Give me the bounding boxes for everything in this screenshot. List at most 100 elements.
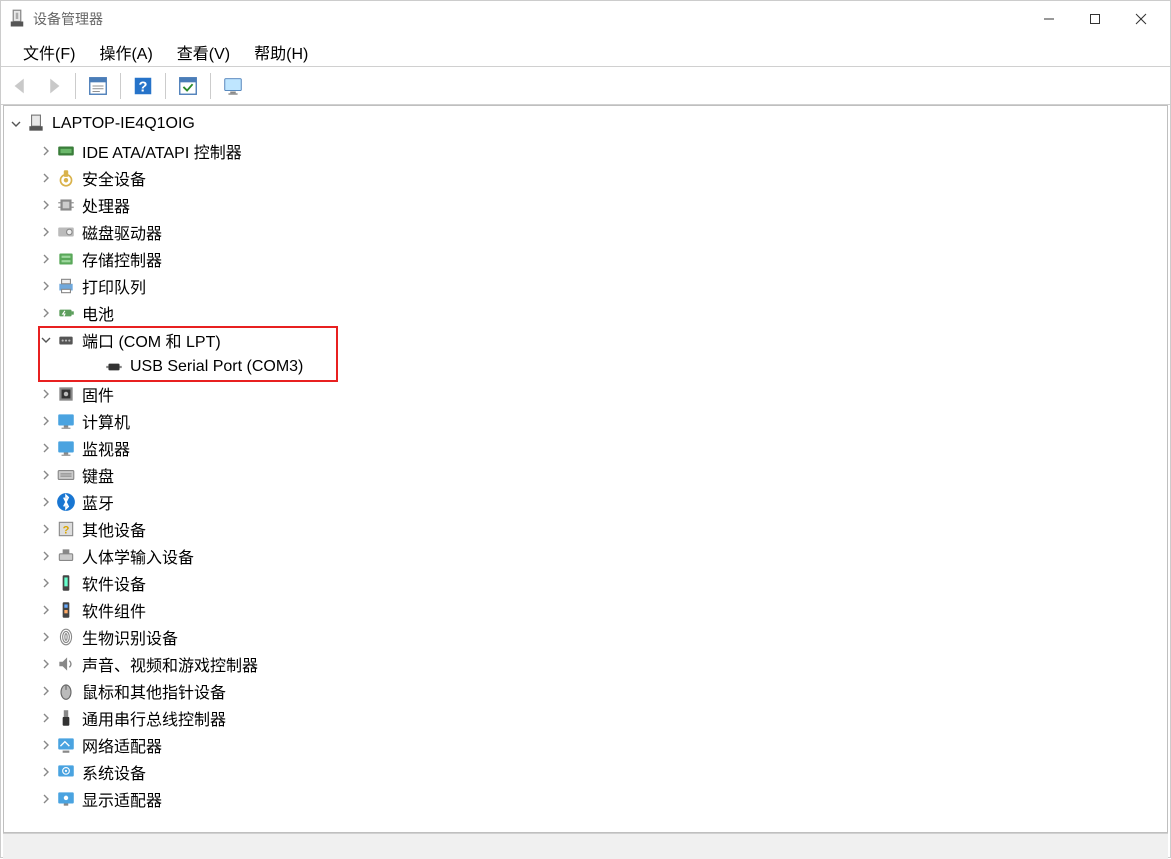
tree-category[interactable]: 系统设备 <box>6 758 1165 785</box>
chevron-right-icon[interactable] <box>38 386 54 402</box>
tree-category-label: 软件设备 <box>82 571 146 595</box>
tree-category[interactable]: 计算机 <box>6 407 1165 434</box>
chevron-right-icon[interactable] <box>38 791 54 807</box>
menu-action[interactable]: 操作(A) <box>87 36 164 68</box>
tree-category[interactable]: 固件 <box>6 380 1165 407</box>
chevron-right-icon[interactable] <box>38 170 54 186</box>
menubar: 文件(F) 操作(A) 查看(V) 帮助(H) <box>1 37 1170 67</box>
chevron-right-icon[interactable] <box>38 602 54 618</box>
tree-category[interactable]: 鼠标和其他指针设备 <box>6 677 1165 704</box>
chevron-right-icon[interactable] <box>38 143 54 159</box>
tree-category[interactable]: 软件组件 <box>6 596 1165 623</box>
usb-icon <box>56 708 76 728</box>
device-tree[interactable]: LAPTOP-IE4Q1OIG IDE ATA/ATAPI 控制器 安全设备 处… <box>3 105 1168 833</box>
back-button[interactable] <box>7 72 35 100</box>
chevron-right-icon[interactable] <box>38 737 54 753</box>
menu-file[interactable]: 文件(F) <box>11 36 87 68</box>
menu-help[interactable]: 帮助(H) <box>242 36 320 68</box>
chevron-right-icon[interactable] <box>38 521 54 537</box>
maximize-button[interactable] <box>1072 3 1118 35</box>
tree-category-label: 处理器 <box>82 193 130 217</box>
chevron-right-icon[interactable] <box>38 494 54 510</box>
chevron-right-icon[interactable] <box>38 278 54 294</box>
close-button[interactable] <box>1118 3 1164 35</box>
tree-category[interactable]: 通用串行总线控制器 <box>6 704 1165 731</box>
tree-category-label: 安全设备 <box>82 166 146 190</box>
chevron-right-icon[interactable] <box>38 467 54 483</box>
tree-category[interactable]: 人体学输入设备 <box>6 542 1165 569</box>
menu-view[interactable]: 查看(V) <box>165 36 242 68</box>
chevron-right-icon[interactable] <box>38 548 54 564</box>
tree-category[interactable]: ? 其他设备 <box>6 515 1165 542</box>
tree-category[interactable]: 存储控制器 <box>6 245 1165 272</box>
chevron-right-icon[interactable] <box>38 764 54 780</box>
tree-category[interactable]: 声音、视频和游戏控制器 <box>6 650 1165 677</box>
tree-category[interactable]: 磁盘驱动器 <box>6 218 1165 245</box>
chevron-down-icon[interactable] <box>8 116 24 132</box>
chevron-right-icon[interactable] <box>38 440 54 456</box>
software-icon <box>56 573 76 593</box>
other-icon: ? <box>56 519 76 539</box>
window-controls <box>1026 3 1164 35</box>
tree-category-label: IDE ATA/ATAPI 控制器 <box>82 139 242 163</box>
chevron-right-icon[interactable] <box>38 629 54 645</box>
minimize-button[interactable] <box>1026 3 1072 35</box>
chevron-right-icon[interactable] <box>38 413 54 429</box>
bluetooth-icon <box>56 492 76 512</box>
tree-category-label: 端口 (COM 和 LPT) <box>82 328 221 352</box>
chevron-right-icon[interactable] <box>38 683 54 699</box>
chevron-right-icon[interactable] <box>38 656 54 672</box>
tree-category-label: 固件 <box>82 382 114 406</box>
monitor-icon <box>56 438 76 458</box>
tree-category[interactable]: IDE ATA/ATAPI 控制器 <box>6 137 1165 164</box>
ide-icon <box>56 141 76 161</box>
tree-category-label: 软件组件 <box>82 598 146 622</box>
tree-category-label: 显示适配器 <box>82 787 162 811</box>
tree-category[interactable]: 显示适配器 <box>6 785 1165 812</box>
tree-category[interactable]: 软件设备 <box>6 569 1165 596</box>
toolbar-separator <box>165 73 166 99</box>
chevron-right-icon[interactable] <box>38 251 54 267</box>
monitor-button[interactable] <box>219 72 247 100</box>
tree-category-label: 生物识别设备 <box>82 625 178 649</box>
tree-category[interactable]: 网络适配器 <box>6 731 1165 758</box>
tree-category[interactable]: 键盘 <box>6 461 1165 488</box>
toolbar-separator <box>210 73 211 99</box>
chevron-right-icon[interactable] <box>38 305 54 321</box>
properties-button[interactable] <box>84 72 112 100</box>
chevron-right-icon[interactable] <box>38 224 54 240</box>
help-button[interactable]: ? <box>129 72 157 100</box>
tree-category[interactable]: 处理器 <box>6 191 1165 218</box>
tree-category-label: 存储控制器 <box>82 247 162 271</box>
chevron-right-icon[interactable] <box>38 575 54 591</box>
tree-category[interactable]: 打印队列 <box>6 272 1165 299</box>
biometric-icon <box>56 627 76 647</box>
printer-icon <box>56 276 76 296</box>
chevron-down-icon[interactable] <box>38 332 54 348</box>
statusbar <box>3 833 1168 859</box>
port-icon <box>56 330 76 350</box>
keyboard-icon <box>56 465 76 485</box>
tree-category[interactable]: 安全设备 <box>6 164 1165 191</box>
tree-category[interactable]: 生物识别设备 <box>6 623 1165 650</box>
sound-icon <box>56 654 76 674</box>
scan-button[interactable] <box>174 72 202 100</box>
tree-category[interactable]: 蓝牙 <box>6 488 1165 515</box>
tree-device[interactable]: USB Serial Port (COM3) <box>6 353 1165 380</box>
tree-category-label: 监视器 <box>82 436 130 460</box>
tree-root[interactable]: LAPTOP-IE4Q1OIG <box>6 110 1165 137</box>
chevron-right-icon[interactable] <box>38 197 54 213</box>
tree-category[interactable]: 端口 (COM 和 LPT) <box>6 326 1165 353</box>
tree-category-label: 蓝牙 <box>82 490 114 514</box>
display-icon <box>56 789 76 809</box>
tree-category[interactable]: 监视器 <box>6 434 1165 461</box>
svg-text:?: ? <box>139 79 148 95</box>
forward-button[interactable] <box>39 72 67 100</box>
chevron-right-icon[interactable] <box>38 710 54 726</box>
tree-category[interactable]: 电池 <box>6 299 1165 326</box>
security-icon <box>56 168 76 188</box>
tree-category-label: 计算机 <box>82 409 130 433</box>
app-icon <box>7 9 27 29</box>
toolbar-separator <box>120 73 121 99</box>
firmware-icon <box>56 384 76 404</box>
